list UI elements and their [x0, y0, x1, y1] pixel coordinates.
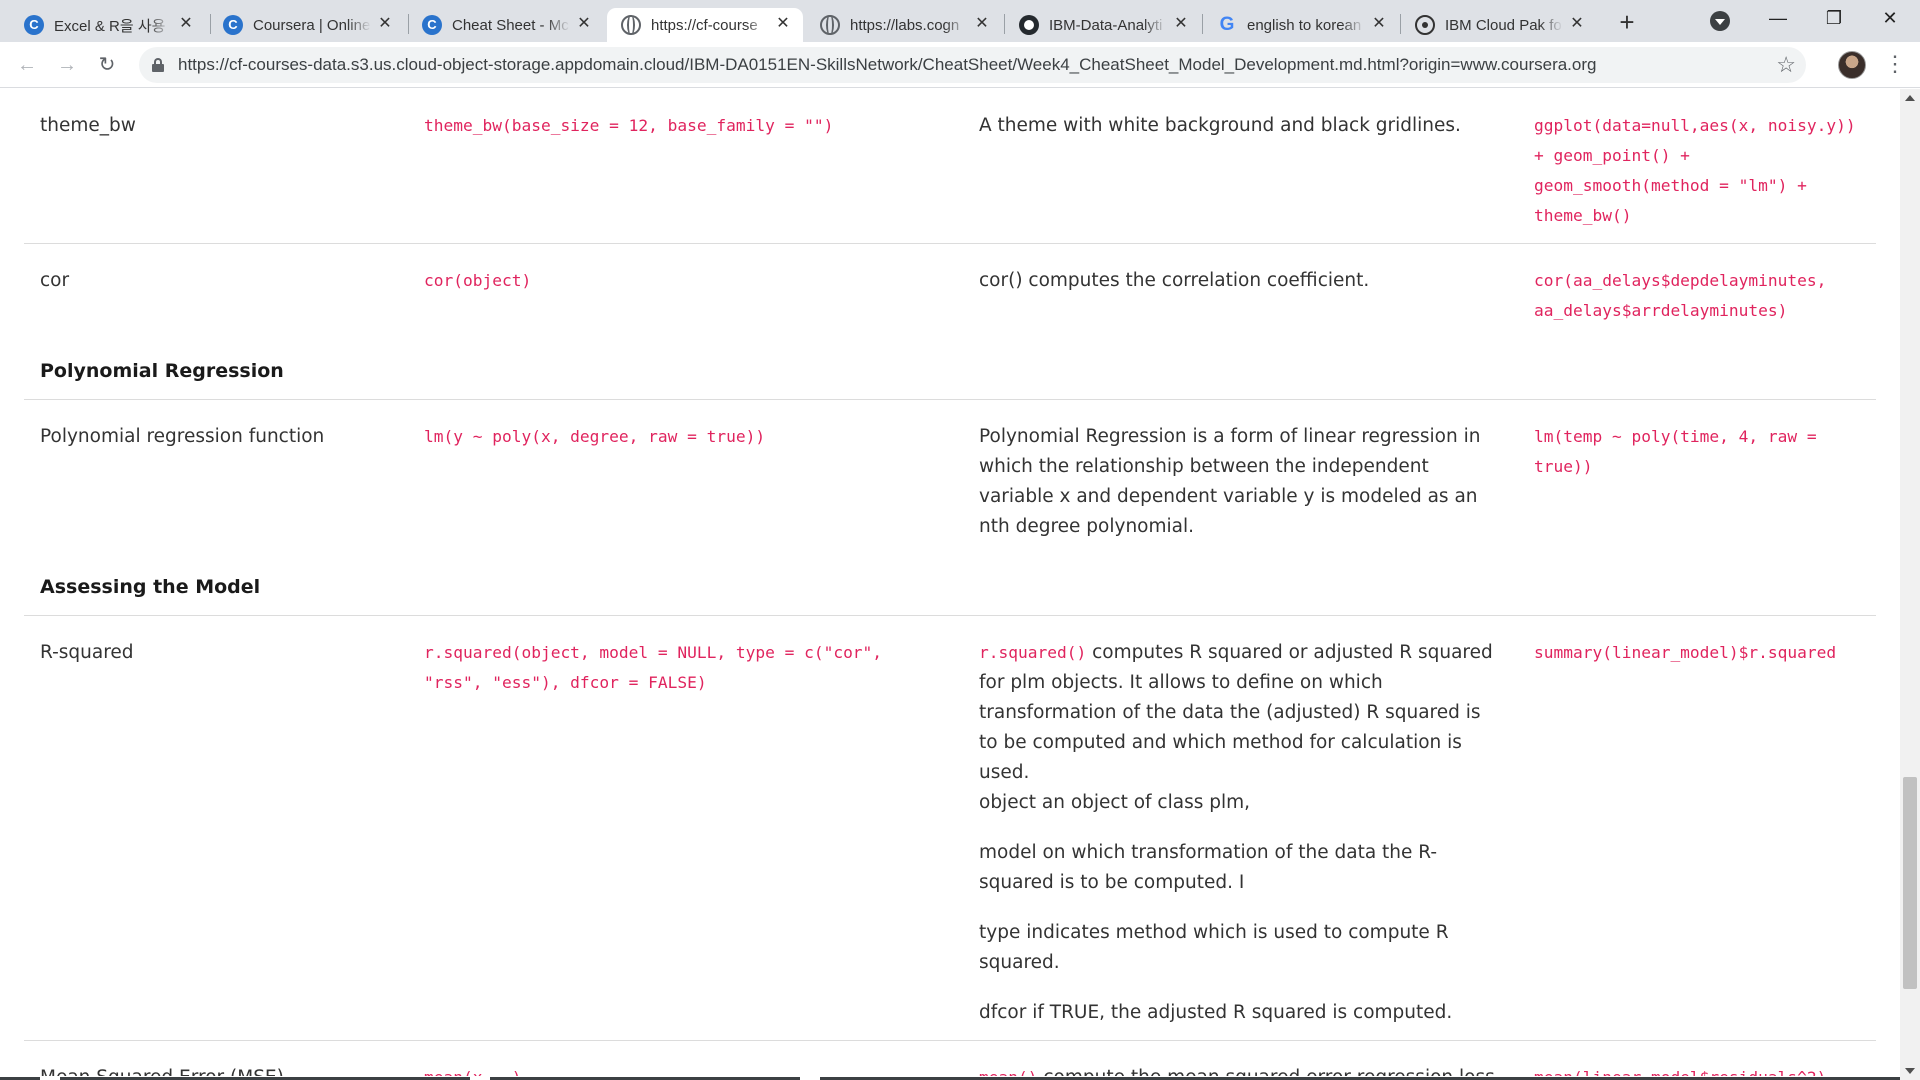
tab-github[interactable]: IBM-Data-Analyti ✕ [1005, 8, 1201, 42]
globe-icon [820, 15, 840, 35]
github-icon [1019, 15, 1039, 35]
scrollbar-thumb[interactable] [1903, 777, 1917, 989]
function-name: cor [40, 270, 70, 291]
tab-cf-courses-active[interactable]: https://cf-course ✕ [607, 8, 803, 42]
function-name: theme_bw [24, 89, 408, 244]
syntax-code: theme_bw(base_size = 12, base_family = "… [424, 116, 834, 135]
syntax-code: r.squared(object, model = NULL, type = c… [424, 643, 883, 692]
url-text[interactable]: https://cf-courses-data.s3.us.cloud-obje… [178, 47, 1596, 83]
tab-title: IBM-Data-Analyti [1049, 16, 1163, 34]
example-code: cor(aa_delays$depdelayminutes, aa_delays… [1534, 271, 1827, 320]
section-heading-polynomial: Polynomial Regression [40, 360, 284, 382]
description-paragraph: r.squared() computes R squared or adjust… [979, 638, 1502, 818]
tab-labs-cognitive[interactable]: https://labs.cogn ✕ [806, 8, 1002, 42]
function-name: Mean Squared Error (MSE) [40, 1067, 284, 1080]
close-icon[interactable]: ✕ [176, 14, 196, 34]
tab-title: https://labs.cogn [850, 16, 960, 34]
maximize-icon[interactable]: ❐ [1806, 0, 1862, 36]
tab-excel-r[interactable]: C Excel & R을 사용 ✕ [10, 8, 206, 42]
bottom-edge [0, 1076, 1900, 1080]
syntax-code: cor(object) [424, 271, 532, 290]
globe-icon [621, 15, 641, 35]
function-name: Polynomial regression function [40, 426, 325, 447]
tab-title: Excel & R을 사용 [54, 17, 166, 35]
scroll-down-arrow-icon[interactable] [1905, 1068, 1915, 1074]
close-icon[interactable]: ✕ [1171, 14, 1191, 34]
close-icon[interactable]: ✕ [1369, 14, 1389, 34]
tab-title: Coursera | Online [253, 16, 371, 34]
description: Polynomial Regression is a form of linea… [979, 426, 1481, 537]
close-icon[interactable]: ✕ [574, 14, 594, 34]
close-icon[interactable]: ✕ [972, 14, 992, 34]
description: A theme with white background and black … [963, 89, 1518, 244]
forward-icon[interactable]: → [52, 50, 82, 80]
example-code: ggplot(data=null,aes(x, noisy.y)) + geom… [1534, 116, 1856, 225]
reload-icon[interactable]: ↻ [92, 50, 122, 80]
scroll-up-arrow-icon[interactable] [1905, 95, 1915, 101]
section-row: Polynomial Regression [24, 338, 1876, 400]
description-paragraph: type indicates method which is used to c… [979, 922, 1449, 973]
tab-title: Cheat Sheet - Mc [452, 16, 569, 34]
description: r.squared() computes R squared or adjust… [963, 615, 1518, 1041]
function-name: R-squared [24, 615, 408, 1041]
description-paragraph: dfcor if TRUE, the adjusted R squared is… [979, 1002, 1453, 1023]
tab-search-icon[interactable] [1710, 11, 1730, 31]
cheat-sheet-table: theme_bw theme_bw(base_size = 12, base_f… [24, 89, 1876, 1080]
table-row: Mean Squared Error (MSE) mean(x, …) mean… [24, 1041, 1876, 1080]
description: mean() compute the mean squared error re… [963, 1041, 1518, 1080]
tab-ibm-cloud-pak[interactable]: IBM Cloud Pak fo ✕ [1401, 8, 1597, 42]
section-heading-assessing: Assessing the Model [40, 576, 261, 598]
close-icon[interactable]: ✕ [1567, 14, 1587, 34]
tab-strip: C Excel & R을 사용 ✕ C Coursera | Online ✕ … [0, 0, 1920, 42]
description-text: computes R squared or adjusted R squared… [979, 642, 1493, 783]
close-icon[interactable]: ✕ [375, 14, 395, 34]
browser-toolbar: ← → ↻ https://cf-courses-data.s3.us.clou… [0, 42, 1920, 88]
avatar[interactable] [1838, 51, 1866, 79]
table-row: theme_bw theme_bw(base_size = 12, base_f… [24, 89, 1876, 244]
description-text: object an object of class plm, [979, 792, 1251, 813]
coursera-icon: C [24, 15, 44, 35]
address-bar[interactable]: https://cf-courses-data.s3.us.cloud-obje… [139, 47, 1806, 83]
new-tab-button[interactable]: + [1612, 8, 1642, 38]
lock-icon[interactable] [152, 58, 164, 72]
ibm-icon [1415, 15, 1435, 35]
tab-title: IBM Cloud Pak fo [1445, 16, 1562, 34]
tab-title: english to korean [1247, 16, 1362, 34]
tab-google-translate[interactable]: G english to korean ✕ [1203, 8, 1399, 42]
close-window-icon[interactable]: ✕ [1862, 0, 1918, 36]
google-icon: G [1219, 14, 1235, 35]
back-icon[interactable]: ← [12, 50, 42, 80]
close-icon[interactable]: ✕ [773, 14, 793, 34]
page-content: theme_bw theme_bw(base_size = 12, base_f… [0, 89, 1900, 1080]
inline-code: r.squared() [979, 643, 1087, 662]
tab-title: https://cf-course [651, 16, 758, 34]
tab-coursera[interactable]: C Coursera | Online ✕ [209, 8, 405, 42]
bookmark-star-icon[interactable]: ☆ [1776, 51, 1796, 79]
coursera-icon: C [223, 15, 243, 35]
kebab-menu-icon[interactable]: ⋮ [1884, 52, 1906, 78]
section-row: Assessing the Model [24, 554, 1876, 616]
example-code: lm(temp ~ poly(time, 4, raw = true)) [1534, 427, 1817, 476]
description-paragraph: model on which transformation of the dat… [979, 842, 1438, 893]
coursera-icon: C [422, 15, 442, 35]
table-row: R-squared r.squared(object, model = NULL… [24, 615, 1876, 1041]
table-row: cor cor(object) cor() computes the corre… [24, 244, 1876, 339]
vertical-scrollbar[interactable] [1900, 89, 1920, 1080]
table-row: Polynomial regression function lm(y ~ po… [24, 400, 1876, 555]
example-code: summary(linear_model)$r.squared [1534, 643, 1837, 662]
tab-cheat-sheet[interactable]: C Cheat Sheet - Mc ✕ [408, 8, 604, 42]
minimize-icon[interactable]: — [1750, 0, 1806, 36]
syntax-code: lm(y ~ poly(x, degree, raw = true)) [424, 427, 766, 446]
description: cor() computes the correlation coefficie… [979, 270, 1370, 291]
